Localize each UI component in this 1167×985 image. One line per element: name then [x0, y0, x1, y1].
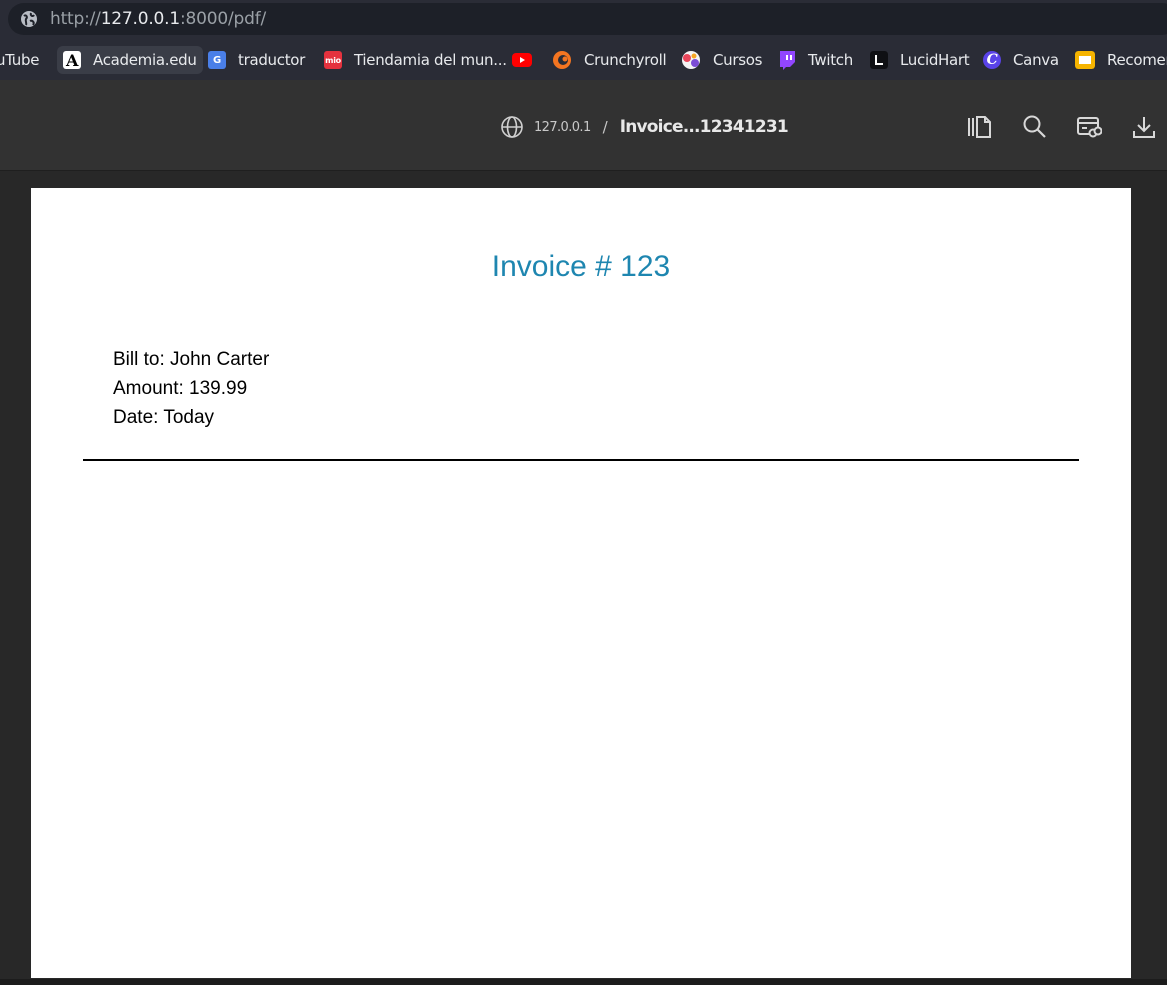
site-info-icon[interactable] [20, 10, 38, 28]
academia-icon: A [63, 51, 81, 70]
crunchyroll-icon [553, 51, 571, 69]
twitch-icon [780, 51, 795, 70]
invoice-details: Bill to: John Carter Amount: 139.99 Date… [113, 345, 269, 432]
invoice-amount: Amount: 139.99 [113, 378, 248, 399]
bookmark-lucidhart[interactable]: LucidHart [870, 46, 970, 74]
bottom-edge [0, 979, 1167, 985]
bookmark-label: Tiendamia del mun... [354, 51, 507, 69]
bookmark-twitch[interactable]: Twitch [778, 46, 853, 74]
bookmark-cursos[interactable]: Cursos [681, 46, 762, 74]
youtube-icon [512, 53, 532, 67]
invoice-bill-to: Bill to: John Carter [113, 349, 270, 370]
browser-address-strip: http://127.0.0.1:8000/pdf/ [0, 0, 1167, 40]
lucidhart-icon [870, 51, 888, 69]
bookmark-canva[interactable]: C Canva [983, 46, 1059, 74]
breadcrumb-file-name: Invoice...12341231 [619, 117, 789, 137]
bookmark-label: traductor [238, 51, 306, 69]
sidebar-icon[interactable] [966, 114, 992, 140]
bookmark-academia[interactable]: A Academia.edu [57, 46, 203, 74]
globe-icon [501, 116, 523, 138]
tiendamia-icon: mio [324, 51, 342, 69]
pdf-viewer-area[interactable]: Invoice # 123 Bill to: John Carter Amoun… [0, 171, 1167, 985]
pdf-page: Invoice # 123 Bill to: John Carter Amoun… [31, 188, 1131, 978]
bookmark-crunchyroll[interactable]: Crunchyroll [552, 46, 667, 74]
cursos-icon [682, 51, 700, 69]
invoice-title: Invoice # 123 [491, 250, 671, 283]
bookmark-label: uTube [0, 51, 40, 69]
invoice-date: Date: Today [113, 407, 215, 428]
bookmark-label: Twitch [808, 51, 853, 69]
bookmark-traductor[interactable]: G traductor [208, 46, 305, 74]
bookmark-youtube-2[interactable] [512, 46, 544, 74]
url-text[interactable]: http://127.0.0.1:8000/pdf/ [50, 9, 266, 29]
bookmark-label: Academia.edu [93, 51, 197, 69]
breadcrumb-host: 127.0.0.1 [534, 119, 591, 135]
bookmark-label: Cursos [713, 51, 763, 69]
bookmark-label: Crunchyroll [584, 51, 667, 69]
bookmark-label: Recomen [1107, 51, 1167, 69]
canva-icon: C [983, 51, 1001, 69]
bookmark-tiendamia[interactable]: mio Tiendamia del mun... [324, 46, 507, 74]
bookmarks-bar: uTube A Academia.edu G traductor mio Tie… [0, 40, 1167, 80]
bookmark-label: LucidHart [900, 51, 970, 69]
search-icon[interactable] [1022, 114, 1048, 140]
breadcrumb: 127.0.0.1 / Invoice...12341231 [500, 114, 789, 140]
pdf-toolbar: 127.0.0.1 / Invoice...12341231 [0, 80, 1167, 171]
translate-icon: G [208, 51, 226, 69]
link-card-icon[interactable] [1076, 114, 1102, 140]
bookmark-youtube[interactable]: uTube [0, 46, 39, 74]
slides-icon [1075, 51, 1095, 69]
bookmark-recomen[interactable]: Recomen [1075, 46, 1167, 74]
bookmark-label: Canva [1013, 51, 1059, 69]
invoice-divider [83, 459, 1079, 461]
breadcrumb-separator: / [602, 118, 608, 136]
download-icon[interactable] [1131, 114, 1157, 140]
